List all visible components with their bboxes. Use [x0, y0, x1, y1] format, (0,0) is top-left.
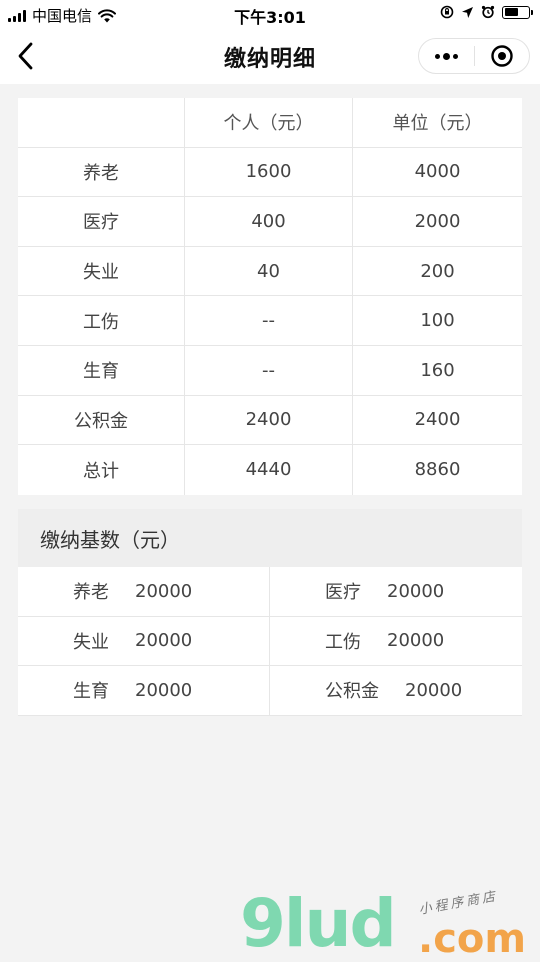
status-right — [440, 5, 533, 19]
more-dot-icon — [443, 52, 450, 60]
base-section-title: 缴纳基数（元） — [18, 509, 522, 567]
base-value: 20000 — [387, 630, 445, 652]
row-company: 2000 — [414, 210, 461, 232]
base-section: 缴纳基数（元） 养老 20000 医疗 20000 失业 20000 工伤 20… — [18, 509, 522, 716]
target-close-icon — [491, 45, 513, 67]
table-header-row: 个人（元） 单位（元） — [18, 98, 522, 148]
row-item: 失业 — [18, 246, 185, 296]
base-row: 养老 20000 医疗 20000 — [18, 567, 522, 617]
nav-bar: 缴纳明细 — [0, 28, 540, 84]
row-item: 总计 — [18, 445, 185, 495]
row-company: 200 — [420, 260, 455, 282]
base-cell: 养老 20000 — [18, 567, 270, 616]
row-company: 8860 — [414, 459, 461, 481]
base-cell: 失业 20000 — [18, 616, 270, 666]
more-dot-icon — [453, 53, 458, 59]
close-mini-program-button[interactable] — [475, 39, 529, 73]
watermark-main: 9lud — [240, 885, 397, 962]
row-company: 160 — [420, 359, 455, 381]
battery-icon — [502, 5, 533, 19]
base-value: 20000 — [135, 630, 193, 652]
row-company: 100 — [420, 310, 455, 332]
base-cell: 生育 20000 — [18, 666, 270, 715]
row-personal: -- — [185, 345, 353, 395]
table-header-personal: 个人（元） — [185, 98, 353, 147]
base-cell: 医疗 20000 — [270, 567, 522, 616]
table-row: 公积金 2400 2400 — [18, 395, 522, 446]
detail-table: 个人（元） 单位（元） 养老 1600 4000 医疗 400 2000 失业 … — [18, 98, 522, 495]
base-label: 医疗 — [325, 582, 361, 604]
base-label: 公积金 — [325, 681, 379, 703]
table-row: 医疗 400 2000 — [18, 197, 522, 247]
row-personal: 4440 — [185, 445, 353, 495]
row-personal: 1600 — [185, 147, 353, 197]
mini-program-capsule — [418, 38, 530, 74]
base-row: 失业 20000 工伤 20000 — [18, 616, 522, 667]
base-label: 工伤 — [325, 631, 361, 653]
base-value: 20000 — [135, 580, 193, 602]
watermark-domain: .com — [418, 916, 527, 962]
row-personal: -- — [185, 296, 353, 345]
alarm-icon — [481, 5, 495, 19]
table-header-company: 单位（元） — [392, 113, 483, 135]
row-personal: 2400 — [185, 395, 353, 445]
status-bar: 中国电信 下午3:01 — [0, 0, 540, 28]
row-item: 生育 — [18, 345, 185, 395]
table-row-total: 总计 4440 8860 — [18, 445, 522, 495]
base-value: 20000 — [387, 580, 445, 602]
row-item: 医疗 — [18, 197, 185, 246]
table-row: 生育 -- 160 — [18, 345, 522, 396]
more-dot-icon — [435, 53, 440, 59]
table-header-cell — [18, 98, 185, 147]
base-value: 20000 — [135, 679, 193, 701]
base-cell: 公积金 20000 — [270, 666, 522, 715]
watermark-sub: 小程序商店 — [417, 889, 500, 918]
row-item: 养老 — [18, 147, 185, 197]
row-item: 工伤 — [18, 296, 185, 345]
more-button[interactable] — [419, 39, 474, 73]
base-value: 20000 — [405, 679, 463, 701]
base-label: 养老 — [73, 582, 109, 604]
row-personal: 400 — [185, 197, 353, 246]
table-row: 失业 40 200 — [18, 246, 522, 297]
row-item: 公积金 — [18, 395, 185, 445]
row-company: 2400 — [414, 409, 461, 431]
orientation-lock-icon — [440, 5, 454, 19]
base-label: 生育 — [73, 681, 109, 703]
base-label: 失业 — [73, 631, 109, 653]
base-row: 生育 20000 公积金 20000 — [18, 666, 522, 716]
table-row: 养老 1600 4000 — [18, 147, 522, 198]
table-row: 工伤 -- 100 — [18, 296, 522, 346]
battery-fill — [504, 8, 519, 16]
watermark-logo: 9lud 小程序商店 .com — [240, 885, 540, 962]
base-cell: 工伤 20000 — [270, 617, 522, 666]
location-icon — [462, 6, 473, 18]
row-personal: 40 — [185, 246, 353, 296]
row-company: 4000 — [414, 161, 461, 183]
